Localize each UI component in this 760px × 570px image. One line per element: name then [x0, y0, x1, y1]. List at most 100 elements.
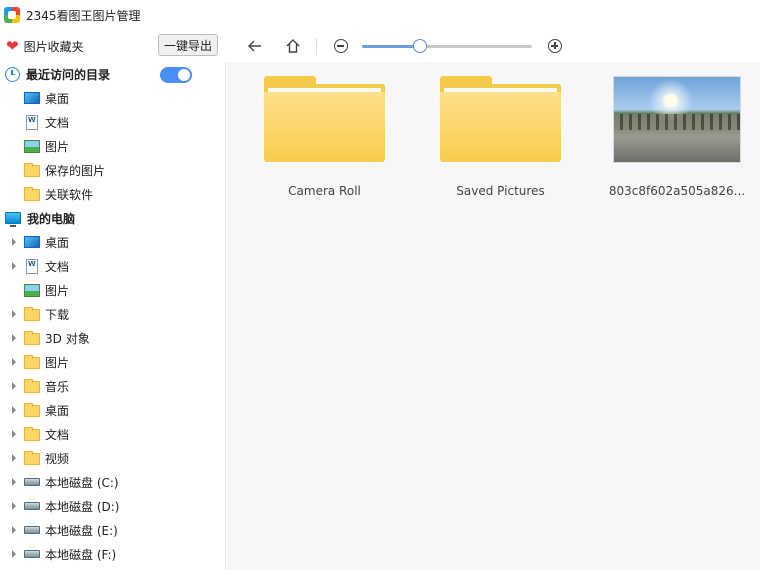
recent-directories-header[interactable]: 最近访问的目录: [0, 62, 225, 86]
folder-icon: [24, 331, 40, 345]
expand-arrow-icon[interactable]: [12, 358, 16, 366]
sidebar-item[interactable]: 音乐: [0, 374, 225, 398]
sidebar-item-label: 3D 对象: [45, 331, 90, 346]
desktop-icon: [24, 92, 40, 104]
folder-icon: [24, 187, 40, 201]
recent-directories-label: 最近访问的目录: [26, 67, 111, 82]
favorites-button[interactable]: ❤ 图片收藏夹: [6, 38, 156, 55]
folder-icon: [24, 451, 40, 465]
folder-icon: [24, 379, 40, 393]
expand-arrow-icon[interactable]: [12, 454, 16, 462]
folder-icon: [24, 427, 40, 441]
computer-icon: [5, 212, 21, 227]
sidebar-item-label: 桌面: [45, 403, 70, 418]
file-grid: Camera Roll Saved Pictures 803c8f602a505…: [227, 62, 760, 570]
zoom-in-button[interactable]: [544, 35, 566, 57]
folder-tile-camera-roll[interactable]: Camera Roll: [227, 72, 385, 222]
sidebar-item[interactable]: 桌面: [0, 398, 225, 422]
toolbar: ❤ 图片收藏夹 一键导出: [0, 30, 760, 62]
back-button[interactable]: [244, 35, 266, 57]
sidebar-item[interactable]: 图片: [0, 278, 225, 302]
sidebar-item[interactable]: 文档: [0, 110, 225, 134]
my-computer-header[interactable]: 我的电脑: [0, 206, 225, 230]
drive-icon: [24, 526, 40, 534]
expand-arrow-icon[interactable]: [12, 382, 16, 390]
tile-caption: Camera Roll: [288, 184, 361, 198]
expand-arrow-icon[interactable]: [12, 478, 16, 486]
zoom-slider-thumb[interactable]: [412, 39, 427, 53]
favorites-label: 图片收藏夹: [23, 39, 84, 54]
app-logo-icon: [4, 7, 20, 23]
desktop-icon: [24, 236, 40, 248]
folder-icon: [24, 355, 40, 369]
document-icon: [26, 114, 38, 130]
tile-caption: Saved Pictures: [456, 184, 545, 198]
sidebar-item-label: 下载: [45, 307, 70, 322]
sidebar-item[interactable]: 下载: [0, 302, 225, 326]
tile-caption: 803c8f602a505a826...: [608, 184, 746, 198]
zoom-out-button[interactable]: [330, 35, 352, 57]
recent-toggle-switch[interactable]: [160, 67, 192, 83]
sidebar-item[interactable]: 图片: [0, 134, 225, 158]
drive-icon: [24, 502, 40, 510]
zoom-slider[interactable]: [362, 39, 532, 53]
sidebar-item[interactable]: 3D 对象: [0, 326, 225, 350]
expand-arrow-icon[interactable]: [12, 406, 16, 414]
sidebar-item[interactable]: 视频: [0, 446, 225, 470]
sidebar-item[interactable]: 文档: [0, 254, 225, 278]
sidebar-item[interactable]: 保存的图片: [0, 158, 225, 182]
folder-icon: [24, 403, 40, 417]
folder-icon: [264, 76, 385, 162]
clock-icon: [5, 66, 20, 82]
window-title: 2345看图王图片管理: [26, 8, 141, 23]
sidebar-item-label: 视频: [45, 451, 70, 466]
image-thumbnail[interactable]: [613, 76, 741, 163]
sidebar-item[interactable]: 关联软件: [0, 182, 225, 206]
export-button[interactable]: 一键导出: [158, 34, 218, 56]
sidebar-item-label: 本地磁盘 (C:): [45, 475, 119, 490]
sidebar-item-label: 文档: [45, 427, 70, 442]
sidebar-item[interactable]: 本地磁盘 (E:): [0, 518, 225, 542]
up-button[interactable]: [282, 35, 304, 57]
drive-icon: [24, 478, 40, 486]
expand-arrow-icon[interactable]: [12, 262, 16, 270]
sidebar-item-label: 音乐: [45, 379, 70, 394]
sidebar-item-label: 本地磁盘 (E:): [45, 523, 118, 538]
expand-arrow-icon[interactable]: [12, 526, 16, 534]
picture-icon: [24, 283, 40, 297]
expand-arrow-icon[interactable]: [12, 238, 16, 246]
expand-arrow-icon[interactable]: [12, 550, 16, 558]
minus-circle-icon: [334, 39, 348, 53]
sidebar-item-label: 图片: [45, 355, 70, 370]
sidebar-item-label: 本地磁盘 (F:): [45, 547, 117, 562]
document-icon: [26, 258, 38, 274]
sidebar-item-label: 保存的图片: [45, 163, 106, 178]
sidebar-item[interactable]: 本地磁盘 (F:): [0, 542, 225, 566]
sidebar-item[interactable]: 图片: [0, 350, 225, 374]
folder-tile-saved-pictures[interactable]: Saved Pictures: [403, 72, 561, 222]
expand-arrow-icon[interactable]: [12, 334, 16, 342]
expand-arrow-icon[interactable]: [12, 310, 16, 318]
toolbar-divider: [316, 38, 317, 54]
recent-list: 桌面文档图片保存的图片关联软件: [0, 86, 225, 206]
home-up-icon: [286, 39, 300, 53]
sidebar-item[interactable]: 桌面: [0, 86, 225, 110]
sidebar-item-label: 图片: [45, 139, 70, 154]
sidebar-item-label: 关联软件: [45, 187, 94, 202]
picture-icon: [24, 139, 40, 153]
sidebar-item[interactable]: 本地磁盘 (C:): [0, 470, 225, 494]
sidebar: 最近访问的目录 桌面文档图片保存的图片关联软件 我的电脑 桌面文档图片下载3D …: [0, 62, 226, 570]
expand-arrow-icon[interactable]: [12, 502, 16, 510]
folder-icon: [24, 163, 40, 177]
sidebar-item-label: 图片: [45, 283, 70, 298]
folder-icon: [440, 76, 561, 162]
computer-list: 桌面文档图片下载3D 对象图片音乐桌面文档视频本地磁盘 (C:)本地磁盘 (D:…: [0, 230, 225, 566]
sidebar-item[interactable]: 本地磁盘 (D:): [0, 494, 225, 518]
sidebar-item[interactable]: 文档: [0, 422, 225, 446]
sidebar-item-label: 桌面: [45, 235, 70, 250]
drive-icon: [24, 550, 40, 558]
expand-arrow-icon[interactable]: [12, 430, 16, 438]
sidebar-item[interactable]: 桌面: [0, 230, 225, 254]
zoom-slider-fill: [362, 45, 420, 48]
heart-icon: ❤: [6, 36, 19, 55]
